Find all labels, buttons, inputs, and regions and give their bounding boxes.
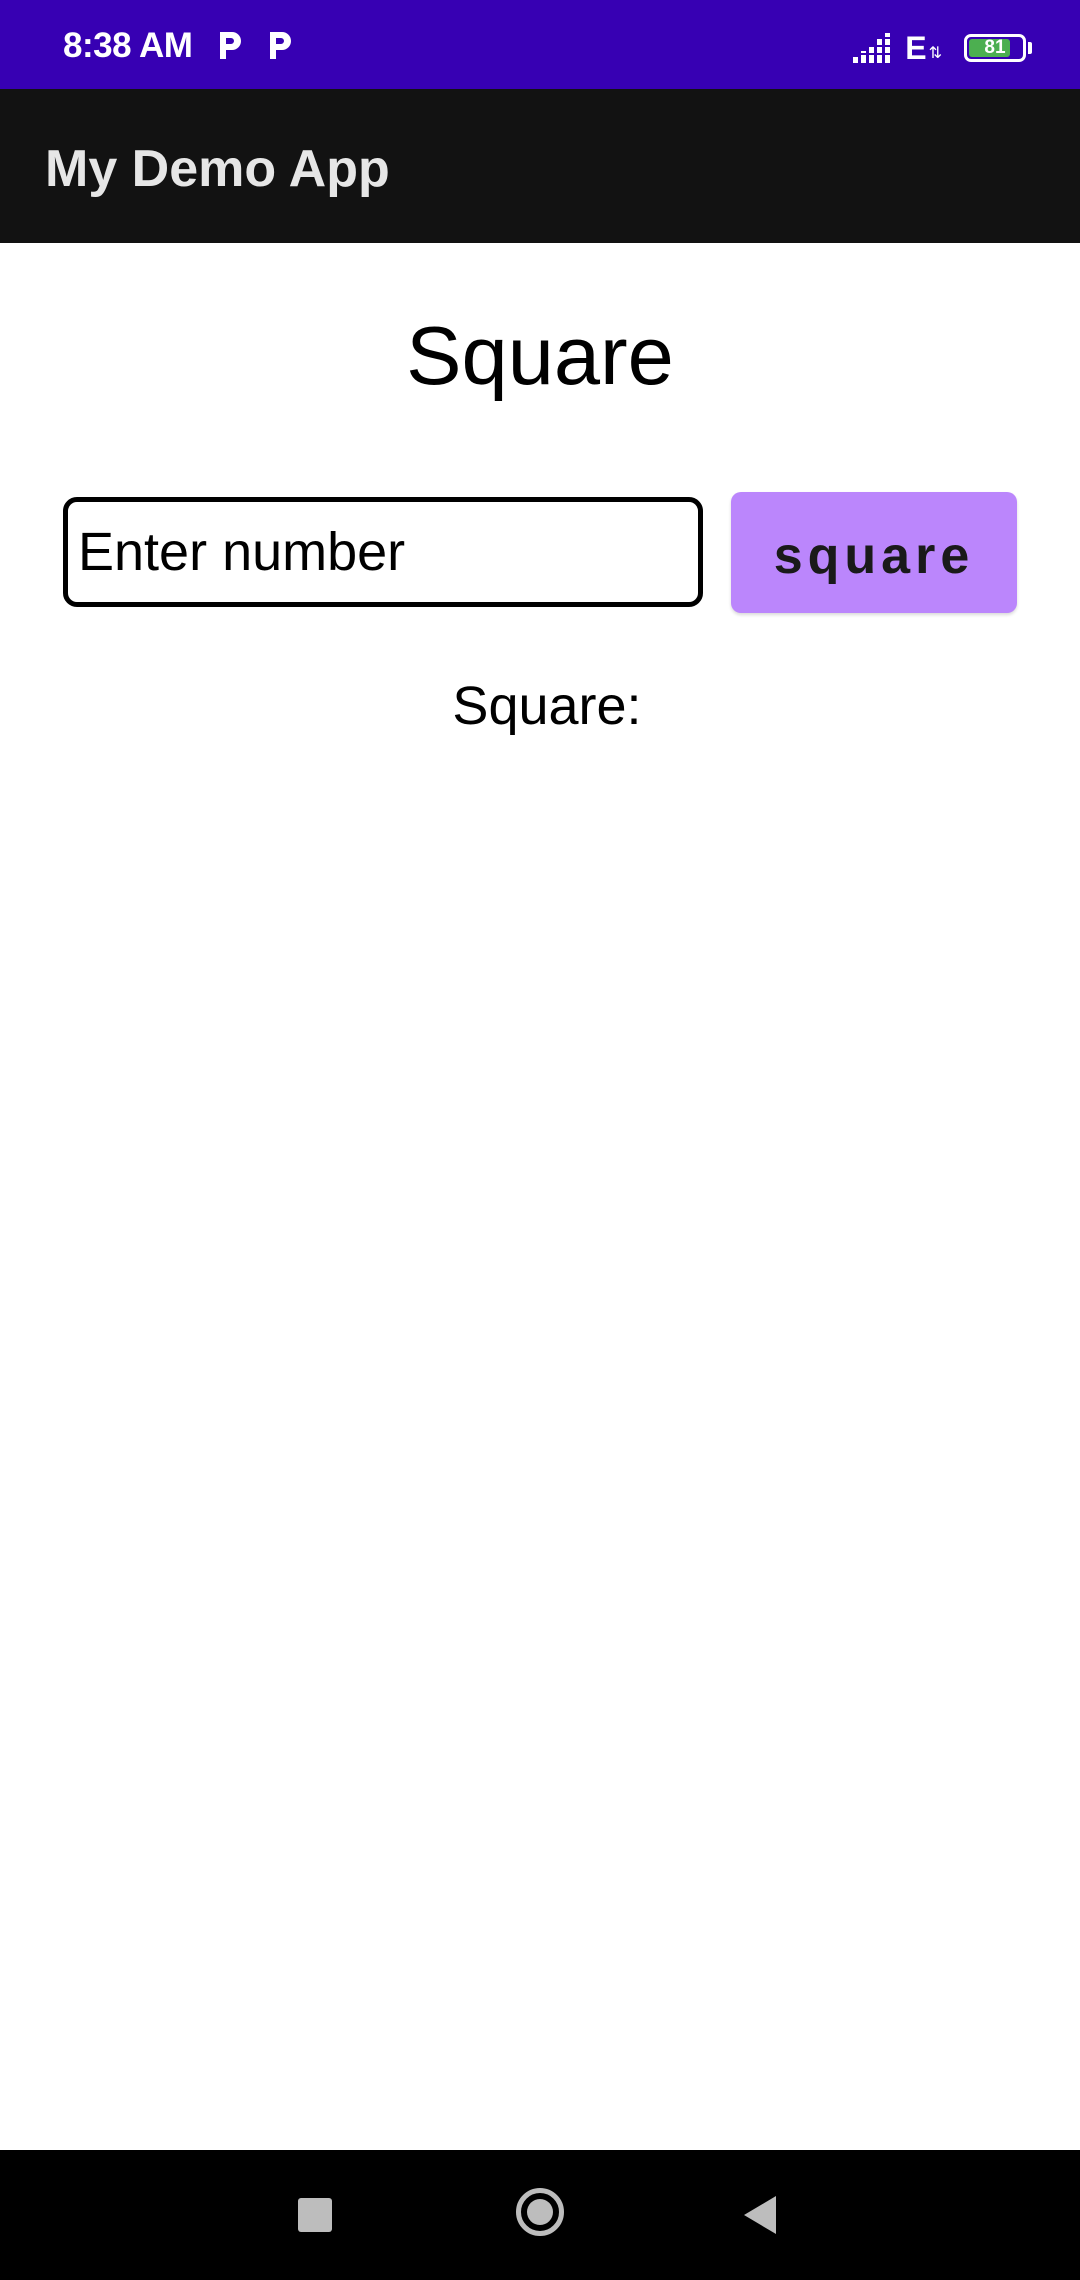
square-button[interactable]: square [731, 492, 1017, 613]
status-bar: 8:38 AM E ⇅ 81 [0, 0, 1080, 89]
app-bar: My Demo App [0, 89, 1080, 243]
p-notification-icon [270, 32, 291, 59]
battery-cap [1028, 42, 1032, 54]
network-type: E [905, 29, 927, 66]
triangle-back-icon[interactable] [744, 2196, 776, 2234]
app-screen: 8:38 AM E ⇅ 81 My Demo App Square Enter … [0, 0, 1080, 2280]
page-heading: Square [406, 309, 674, 402]
circle-home-icon[interactable] [516, 2188, 564, 2236]
result-label: Square: [452, 676, 642, 736]
home-icon-inner [527, 2199, 553, 2225]
signal-bars-icon [851, 33, 896, 63]
data-activity-icon: ⇅ [928, 45, 942, 62]
square-recents-icon[interactable] [298, 2198, 332, 2232]
status-indicators: E ⇅ 81 [851, 28, 1032, 68]
status-time: 8:38 AM [63, 26, 193, 65]
navigation-bar [0, 2150, 1080, 2280]
p-notification-icon [220, 32, 241, 59]
battery-level: 81 [984, 37, 1006, 58]
number-input[interactable] [63, 497, 703, 607]
app-title: My Demo App [45, 140, 390, 198]
battery-icon: 81 [964, 34, 1026, 62]
